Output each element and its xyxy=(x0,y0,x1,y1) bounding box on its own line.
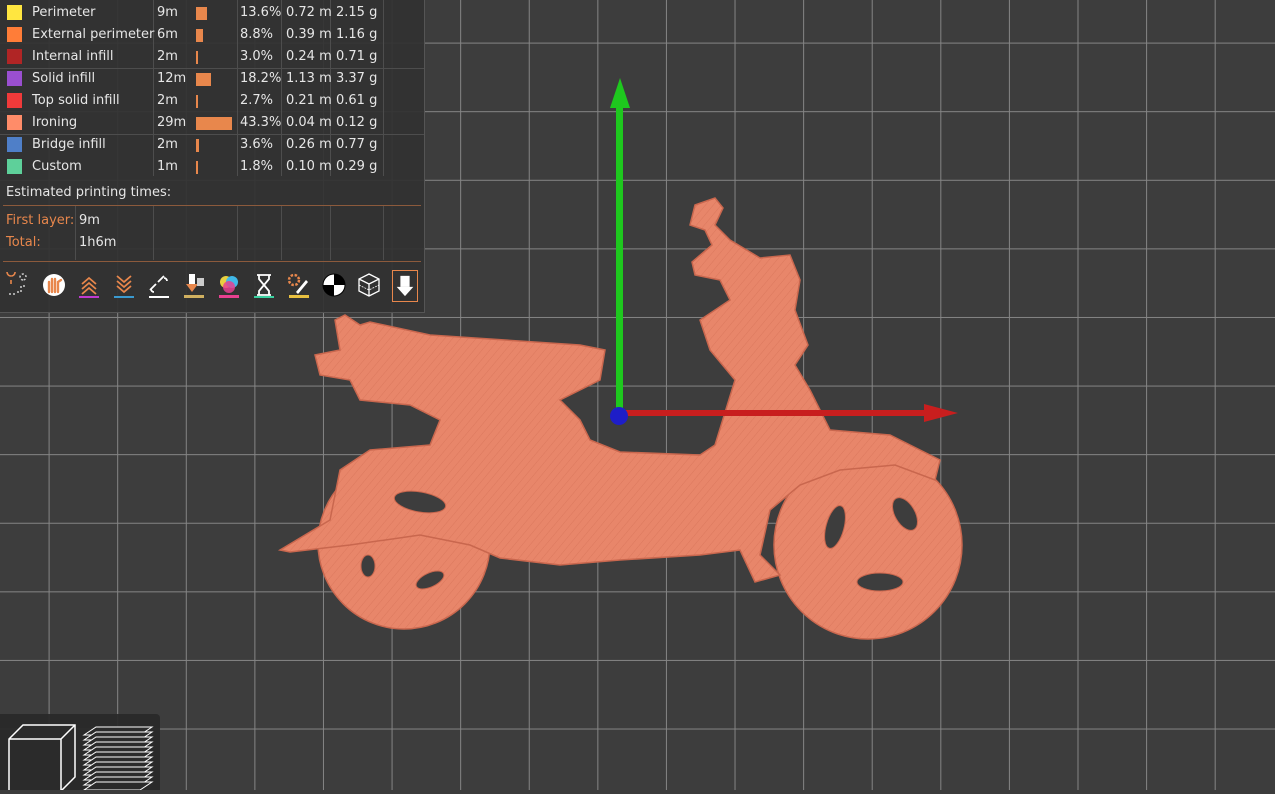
feature-time: 29m xyxy=(157,115,187,130)
feature-weight: 1.16 g xyxy=(336,27,378,42)
feature-name: Solid infill xyxy=(32,71,96,86)
travel-icon[interactable] xyxy=(3,270,33,300)
custom-gcode-icon[interactable] xyxy=(284,270,314,300)
feature-percent: 2.7% xyxy=(240,93,274,108)
feature-weight: 0.77 g xyxy=(336,137,378,152)
y-axis-arrow xyxy=(610,78,630,108)
feature-name: Bridge infill xyxy=(32,137,106,152)
deretractions-icon[interactable] xyxy=(74,270,104,300)
legend-swatch xyxy=(7,5,22,20)
legend-swatch xyxy=(7,159,22,174)
tool-changes-icon[interactable] xyxy=(179,270,209,300)
feature-time: 6m xyxy=(157,27,178,42)
feature-percent: 18.2% xyxy=(240,71,282,86)
first-layer-label: First layer: xyxy=(6,213,75,228)
feature-time: 2m xyxy=(157,137,178,152)
feature-time-bar xyxy=(196,7,207,20)
feature-length: 0.39 m xyxy=(286,27,332,42)
first-layer-value: 9m xyxy=(79,213,100,228)
retractions-icon[interactable] xyxy=(39,270,69,300)
feature-percent: 8.8% xyxy=(240,27,274,42)
legend-row[interactable]: Bridge infill 2m 3.6% 0.26 m 0.77 g xyxy=(0,134,424,156)
legend-swatch xyxy=(7,71,22,86)
seams-icon[interactable] xyxy=(144,270,174,300)
feature-time: 12m xyxy=(157,71,187,86)
legend-panel: Perimeter 9m 13.6% 0.72 m 2.15 g External per… xyxy=(0,0,425,313)
feature-time: 9m xyxy=(157,5,178,20)
feature-time: 2m xyxy=(157,49,178,64)
legend-row[interactable]: Perimeter 9m 13.6% 0.72 m 2.15 g xyxy=(0,2,424,24)
3d-view-icon[interactable] xyxy=(3,719,79,792)
legend-swatch xyxy=(7,137,22,152)
feature-weight: 0.61 g xyxy=(336,93,378,108)
feature-percent: 43.3% xyxy=(240,115,282,130)
legend-swatch xyxy=(7,115,22,130)
view-switch-panel xyxy=(0,714,160,792)
legend-swatch xyxy=(7,93,22,108)
total-value: 1h6m xyxy=(79,235,117,250)
legend-row[interactable]: Internal infill 2m 3.0% 0.24 m 0.71 g xyxy=(0,46,424,68)
y-axis xyxy=(616,100,623,416)
feature-time: 2m xyxy=(157,93,178,108)
pause-icon[interactable] xyxy=(249,270,279,300)
feature-time-bar xyxy=(196,51,198,64)
shells-icon[interactable] xyxy=(354,270,384,300)
wipes-icon[interactable] xyxy=(109,270,139,300)
feature-time-bar xyxy=(196,139,199,152)
feature-time-bar xyxy=(196,29,203,42)
legend-row[interactable]: Custom 1m 1.8% 0.10 m 0.29 g xyxy=(0,156,424,178)
feature-weight: 0.12 g xyxy=(336,115,378,130)
feature-name: Custom xyxy=(32,159,82,174)
total-label: Total: xyxy=(6,235,41,250)
feature-length: 0.26 m xyxy=(286,137,332,152)
legend-swatch xyxy=(7,49,22,64)
feature-length: 1.13 m xyxy=(286,71,332,86)
feature-percent: 13.6% xyxy=(240,5,282,20)
estimated-times-title: Estimated printing times: xyxy=(6,185,172,200)
layers-view-icon[interactable] xyxy=(80,719,156,791)
feature-length: 0.24 m xyxy=(286,49,332,64)
legend-row[interactable]: External perimeter 6m 8.8% 0.39 m 1.16 g xyxy=(0,24,424,46)
feature-percent: 1.8% xyxy=(240,159,274,174)
feature-percent: 3.0% xyxy=(240,49,274,64)
feature-weight: 0.71 g xyxy=(336,49,378,64)
center-of-gravity-icon[interactable] xyxy=(319,270,349,300)
feature-length: 0.04 m xyxy=(286,115,332,130)
x-axis xyxy=(620,410,930,416)
feature-time: 1m xyxy=(157,159,178,174)
feature-name: Ironing xyxy=(32,115,78,130)
color-changes-icon[interactable] xyxy=(214,270,244,300)
feature-weight: 0.29 g xyxy=(336,159,378,174)
z-axis-origin xyxy=(610,407,628,425)
feature-name: Perimeter xyxy=(32,5,96,20)
feature-time-bar xyxy=(196,117,232,130)
feature-time-bar xyxy=(196,95,198,108)
feature-time-bar xyxy=(196,73,211,86)
feature-length: 0.10 m xyxy=(286,159,332,174)
feature-time-bar xyxy=(196,161,198,174)
feature-percent: 3.6% xyxy=(240,137,274,152)
feature-weight: 3.37 g xyxy=(336,71,378,86)
feature-length: 0.21 m xyxy=(286,93,332,108)
x-axis-arrow xyxy=(924,404,958,422)
feature-name: Internal infill xyxy=(32,49,114,64)
legend-swatch xyxy=(7,27,22,42)
options-toolbar xyxy=(3,270,421,304)
legend-row[interactable]: Ironing 29m 43.3% 0.04 m 0.12 g xyxy=(0,112,424,134)
legend-row[interactable]: Solid infill 12m 18.2% 1.13 m 3.37 g xyxy=(0,68,424,90)
feature-name: External perimeter xyxy=(32,27,155,42)
feature-name: Top solid infill xyxy=(32,93,120,108)
tool-marker-icon[interactable] xyxy=(392,270,418,302)
feature-weight: 2.15 g xyxy=(336,5,378,20)
feature-length: 0.72 m xyxy=(286,5,332,20)
legend-row[interactable]: Top solid infill 2m 2.7% 0.21 m 0.61 g xyxy=(0,90,424,112)
